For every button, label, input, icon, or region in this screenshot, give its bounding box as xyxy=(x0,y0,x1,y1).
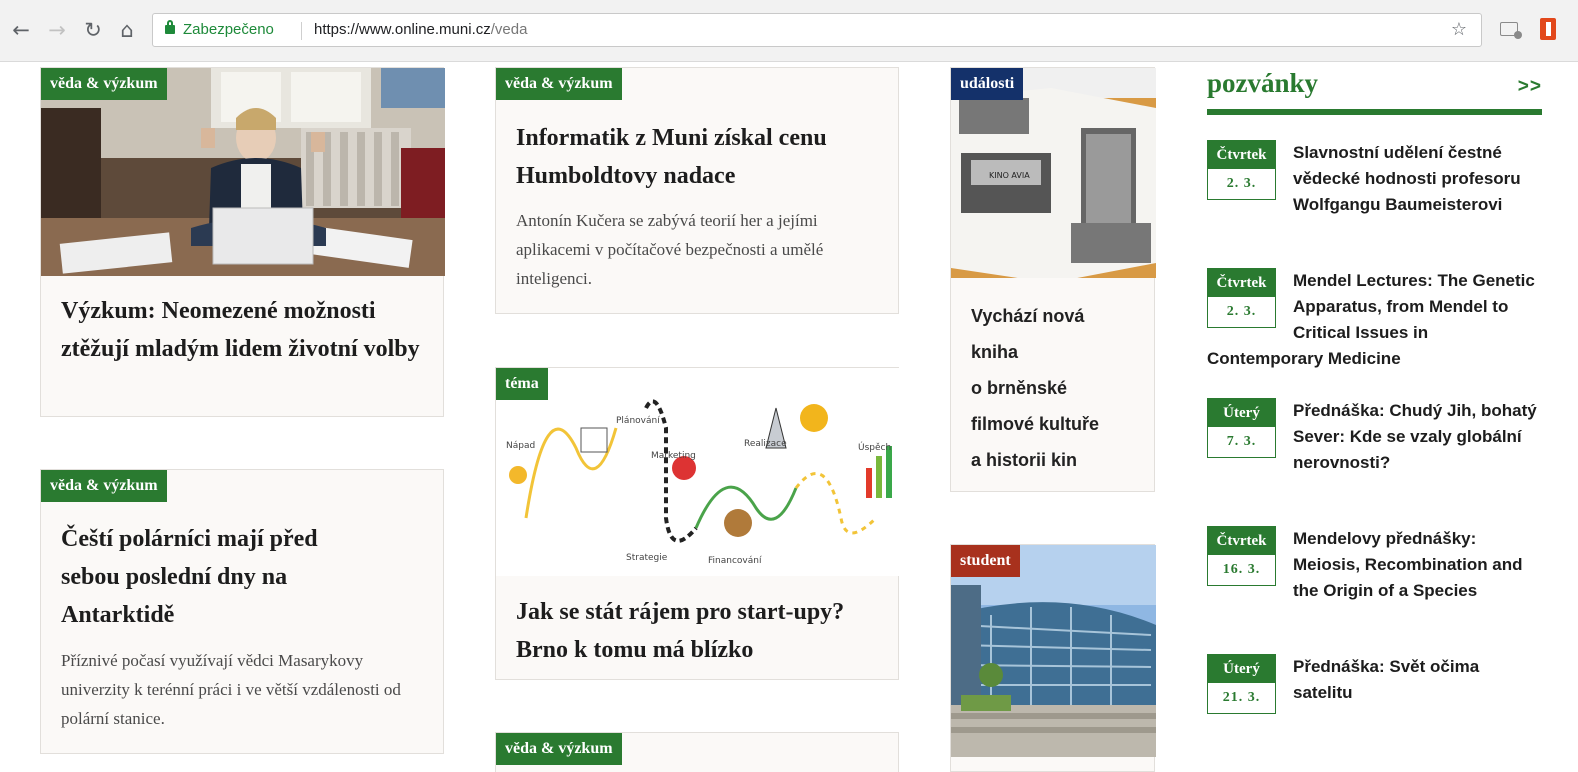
article-tag[interactable]: věda & výzkum xyxy=(41,470,167,502)
event-item[interactable]: Úterý 21. 3. Přednáška: Svět očima satel… xyxy=(1207,654,1542,730)
extension-reader-icon[interactable] xyxy=(1500,22,1522,39)
article-title[interactable]: Jak se stát rájem pro start-upy? Brno k … xyxy=(516,593,876,669)
article-title[interactable]: Výzkum: Neomezené možnosti ztěžují mladý… xyxy=(61,292,431,368)
event-date: 16. 3. xyxy=(1222,562,1261,577)
event-date: 2. 3. xyxy=(1226,176,1257,191)
article-title-line: Vychází nová xyxy=(971,306,1085,326)
lock-icon xyxy=(165,20,175,34)
illustration-label-marketing: Marketing xyxy=(651,451,696,461)
event-date-badge: Úterý 7. 3. xyxy=(1207,398,1276,458)
article-card-research-youth[interactable]: věda & výzkum Výzkum: Neomezené možnosti… xyxy=(40,67,445,417)
article-tag[interactable]: věda & výzkum xyxy=(41,68,167,100)
article-title[interactable]: Vychází nová kniha o brněnské filmové ku… xyxy=(971,298,1099,478)
article-tag[interactable]: události xyxy=(951,68,1024,100)
event-weekday: Úterý xyxy=(1208,399,1275,427)
article-title[interactable]: Čeští polárníci mají před sebou poslední… xyxy=(61,520,361,634)
event-item[interactable]: Čtvrtek 16. 3. Mendelovy přednášky: Meio… xyxy=(1207,526,1542,604)
article-illustration-startup-path: Nápad Plánování Marketing Realizace Úspě… xyxy=(496,368,900,576)
article-title-line: a historii kin xyxy=(971,450,1078,470)
event-item[interactable]: Čtvrtek 2. 3. Slavnostní udělení čestné … xyxy=(1207,140,1542,218)
event-date: 7. 3. xyxy=(1226,434,1257,449)
forward-icon[interactable]: → xyxy=(44,16,70,44)
photo-sign-kino-avia: KINO AVIA xyxy=(989,171,1030,180)
article-card-student[interactable]: student xyxy=(950,544,1156,772)
article-perex: Antonín Kučera se zabývá teorií her a je… xyxy=(516,211,824,288)
article-tag[interactable]: věda & výzkum xyxy=(496,68,622,100)
address-bar[interactable]: Zabezpečeno https://www.online.muni.cz/v… xyxy=(152,13,1482,47)
url-text[interactable]: https://www.online.muni.cz/veda xyxy=(314,14,527,46)
article-card-humboldt-prize[interactable]: věda & výzkum Informatik z Muni získal c… xyxy=(495,67,899,314)
event-date-badge: Úterý 21. 3. xyxy=(1207,654,1276,714)
event-item[interactable]: Úterý 7. 3. Přednáška: Chudý Jih, bohatý… xyxy=(1207,398,1542,476)
event-date: 2. 3. xyxy=(1226,304,1257,319)
address-separator xyxy=(301,22,302,40)
sidebar-heading-rule xyxy=(1207,109,1542,115)
sidebar-more-link[interactable]: >> xyxy=(1518,76,1542,98)
event-weekday: Čtvrtek xyxy=(1208,527,1275,555)
illustration-label-strategie: Strategie xyxy=(626,553,668,563)
article-card-partial[interactable]: věda & výzkum xyxy=(495,732,899,772)
article-tag[interactable]: věda & výzkum xyxy=(496,733,622,765)
event-item[interactable]: Čtvrtek 2. 3. Mendel Lectures: The Genet… xyxy=(1207,268,1542,372)
illustration-label-planovani: Plánování xyxy=(616,416,660,426)
security-label: Zabezpečeno xyxy=(183,21,274,38)
bookmark-star-icon[interactable]: ☆ xyxy=(1451,14,1467,46)
illustration-label-financovani: Financování xyxy=(708,556,762,566)
page-content: věda & výzkum Výzkum: Neomezené možnosti… xyxy=(0,62,1578,772)
sidebar-heading[interactable]: pozvánky xyxy=(1207,68,1318,99)
illustration-label-napad: Nápad xyxy=(506,441,535,451)
article-title-line: filmové kultuře xyxy=(971,414,1100,434)
event-date-badge: Čtvrtek 2. 3. xyxy=(1207,268,1276,328)
event-weekday: Úterý xyxy=(1208,655,1275,683)
reload-icon[interactable]: ↻ xyxy=(80,16,106,44)
back-icon[interactable]: ← xyxy=(8,16,34,44)
url-path: /veda xyxy=(490,21,528,38)
home-icon[interactable]: ⌂ xyxy=(114,16,140,44)
sidebar-invitations: pozvánky >> Čtvrtek 2. 3. Slavnostní udě… xyxy=(1207,62,1542,762)
article-card-startups[interactable]: Nápad Plánování Marketing Realizace Úspě… xyxy=(495,367,900,680)
article-title[interactable]: Informatik z Muni získal cenu Humboldtov… xyxy=(516,119,886,195)
article-tag[interactable]: téma xyxy=(496,368,548,400)
event-weekday: Čtvrtek xyxy=(1208,269,1275,297)
event-date-badge: Čtvrtek 2. 3. xyxy=(1207,140,1276,200)
event-weekday: Čtvrtek xyxy=(1208,141,1275,169)
article-card-polar-researchers[interactable]: věda & výzkum Čeští polárníci mají před … xyxy=(40,469,444,754)
event-date-badge: Čtvrtek 16. 3. xyxy=(1207,526,1276,586)
article-title-line: o brněnské xyxy=(971,378,1068,398)
illustration-label-uspech: Úspěch xyxy=(858,441,891,453)
article-tag[interactable]: student xyxy=(951,545,1020,577)
url-host: https://www.online.muni.cz xyxy=(314,21,491,38)
event-date: 21. 3. xyxy=(1222,690,1261,705)
extension-office-icon[interactable] xyxy=(1540,18,1556,40)
article-title-line: kniha xyxy=(971,342,1019,362)
article-perex: Příznivé počasí využívají vědci Masaryko… xyxy=(61,651,401,728)
browser-toolbar: ← → ↻ ⌂ Zabezpečeno https://www.online.m… xyxy=(0,0,1578,62)
article-card-film-book[interactable]: KINO AVIA události Vychází nová kniha o … xyxy=(950,67,1156,492)
illustration-label-realizace: Realizace xyxy=(744,439,787,449)
